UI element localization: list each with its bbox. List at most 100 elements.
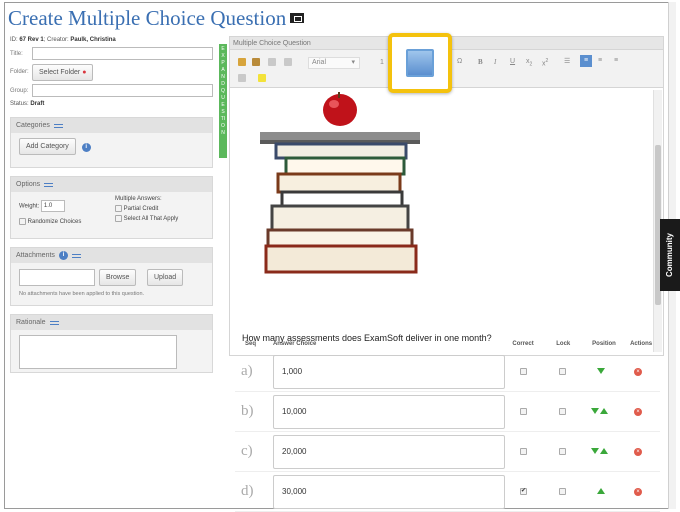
- weight-input[interactable]: 1.0: [40, 200, 65, 212]
- move-up-icon[interactable]: [600, 408, 608, 414]
- answer-choice-field[interactable]: 10,000: [273, 394, 505, 429]
- preview-icon[interactable]: [290, 13, 305, 23]
- info-icon[interactable]: i: [81, 143, 91, 152]
- special-char-icon[interactable]: Ω: [457, 58, 462, 65]
- status-line: Status: Draft: [10, 101, 45, 107]
- folder-row: Folder: Select Folder ●: [10, 62, 213, 82]
- attachment-file-field[interactable]: [19, 269, 95, 286]
- position-controls: [591, 408, 608, 414]
- attachments-section: Attachments i Browse Upload No attachment…: [10, 247, 213, 306]
- lock-checkbox[interactable]: [559, 368, 566, 375]
- delete-icon[interactable]: ×: [634, 448, 642, 456]
- add-category-button[interactable]: Add Category: [19, 138, 76, 155]
- insert-image-button-highlight[interactable]: [388, 33, 452, 93]
- attachments-header: Attachments i: [11, 248, 212, 263]
- lock-checkbox[interactable]: [559, 448, 566, 455]
- answer-row: a) 1,000 ×: [235, 352, 660, 392]
- underline-icon[interactable]: U: [510, 58, 515, 65]
- title-input[interactable]: [32, 47, 213, 60]
- group-row: Group:: [10, 82, 213, 99]
- community-tab[interactable]: Community: [660, 219, 680, 291]
- upload-button[interactable]: Upload: [147, 269, 184, 286]
- browse-button[interactable]: Browse: [99, 269, 137, 286]
- categories-section: Categories Add Category i: [10, 117, 213, 168]
- answer-seq: d): [241, 483, 254, 499]
- subscript-icon[interactable]: x2: [526, 58, 532, 67]
- move-up-icon[interactable]: [597, 488, 605, 494]
- delete-icon[interactable]: ×: [634, 368, 642, 376]
- answer-row: c) 20,000 ×: [235, 432, 660, 472]
- partial-credit-checkbox[interactable]: [115, 205, 122, 212]
- partial-credit-row: Partial Credit: [115, 205, 158, 212]
- actions-header: Actions: [630, 341, 653, 347]
- randomize-label: Randomize Choices: [27, 219, 82, 226]
- delete-icon[interactable]: ×: [634, 488, 642, 496]
- copy-icon[interactable]: [252, 58, 260, 66]
- delete-icon[interactable]: ×: [634, 408, 642, 416]
- superscript-icon[interactable]: x2: [542, 58, 548, 67]
- weight-label: Weight: 1.0: [19, 200, 65, 212]
- lock-checkbox[interactable]: [559, 488, 566, 495]
- title-label: Title:: [10, 50, 23, 57]
- randomize-checkbox[interactable]: [19, 218, 26, 225]
- bullet-list-icon[interactable]: ☰: [564, 57, 570, 65]
- align-right-icon[interactable]: ≡: [614, 57, 618, 64]
- bold-icon[interactable]: B: [478, 58, 483, 66]
- lock-header: Lock: [556, 341, 571, 347]
- folder-label: Folder:: [10, 69, 29, 75]
- align-center-icon[interactable]: ≡: [598, 57, 602, 64]
- undo-icon[interactable]: [268, 58, 276, 66]
- correct-checkbox[interactable]: [520, 408, 527, 415]
- id-line: ID: 67 Rev 1; Creator: Paulk, Christina: [10, 37, 116, 43]
- position-controls: [597, 488, 605, 494]
- answer-seq: a): [241, 363, 253, 379]
- move-down-icon[interactable]: [597, 368, 605, 374]
- options-header: Options: [11, 177, 212, 192]
- expand-question-toggle[interactable]: EXPAND QUESTION: [219, 44, 227, 158]
- redo-icon[interactable]: [284, 58, 292, 66]
- highlight-color-icon[interactable]: [258, 74, 266, 82]
- collapse-icon[interactable]: [71, 251, 81, 260]
- collapse-icon[interactable]: [49, 318, 59, 327]
- answer-row: b) 10,000 ×: [235, 392, 660, 432]
- move-down-icon[interactable]: [591, 448, 599, 454]
- collapse-icon[interactable]: [44, 180, 54, 189]
- left-panel: ID: 67 Rev 1; Creator: Paulk, Christina …: [10, 36, 213, 373]
- options-section: Options Weight: 1.0 Randomize Choices Mu…: [10, 176, 213, 239]
- editor-content[interactable]: How many assessments does ExamSoft deliv…: [229, 88, 664, 356]
- select-all-row: Select All That Apply: [115, 215, 178, 222]
- move-down-icon[interactable]: [591, 408, 599, 414]
- books-image: [260, 92, 420, 274]
- seq-header: Seq: [245, 341, 257, 347]
- select-all-checkbox[interactable]: [115, 215, 122, 222]
- answer-choice-field[interactable]: 1,000: [273, 354, 505, 389]
- align-left-icon[interactable]: ≡: [580, 55, 592, 67]
- rationale-textarea[interactable]: [19, 335, 177, 369]
- correct-checkbox[interactable]: [520, 448, 527, 455]
- lock-checkbox[interactable]: [559, 408, 566, 415]
- info-icon[interactable]: i: [58, 251, 68, 260]
- collapse-icon[interactable]: [53, 121, 63, 130]
- rationale-section: Rationale: [10, 314, 213, 373]
- multiple-answers-label: Multiple Answers:: [115, 196, 162, 202]
- correct-checkbox[interactable]: [520, 487, 527, 495]
- correct-header: Correct: [512, 341, 534, 347]
- answer-choice-field[interactable]: 30,000: [273, 474, 505, 509]
- font-size-select[interactable]: 1: [380, 59, 384, 66]
- text-color-icon[interactable]: [238, 74, 246, 82]
- select-folder-button[interactable]: Select Folder ●: [32, 63, 94, 81]
- page-title: Create Multiple Choice Question: [8, 6, 305, 31]
- group-input[interactable]: [32, 84, 213, 97]
- answer-choice-field[interactable]: 20,000: [273, 434, 505, 469]
- font-family-select[interactable]: Arial ▾: [308, 57, 360, 69]
- italic-icon[interactable]: I: [494, 58, 496, 66]
- required-dot-icon: ●: [82, 68, 87, 76]
- move-up-icon[interactable]: [600, 448, 608, 454]
- answer-row: d) 30,000 ×: [235, 472, 660, 512]
- answer-seq: c): [241, 443, 253, 459]
- paste-icon[interactable]: [238, 58, 246, 66]
- correct-checkbox[interactable]: [520, 368, 527, 375]
- chevron-down-icon: ▾: [351, 59, 355, 66]
- position-header: Position: [592, 341, 616, 347]
- position-controls: [597, 368, 605, 374]
